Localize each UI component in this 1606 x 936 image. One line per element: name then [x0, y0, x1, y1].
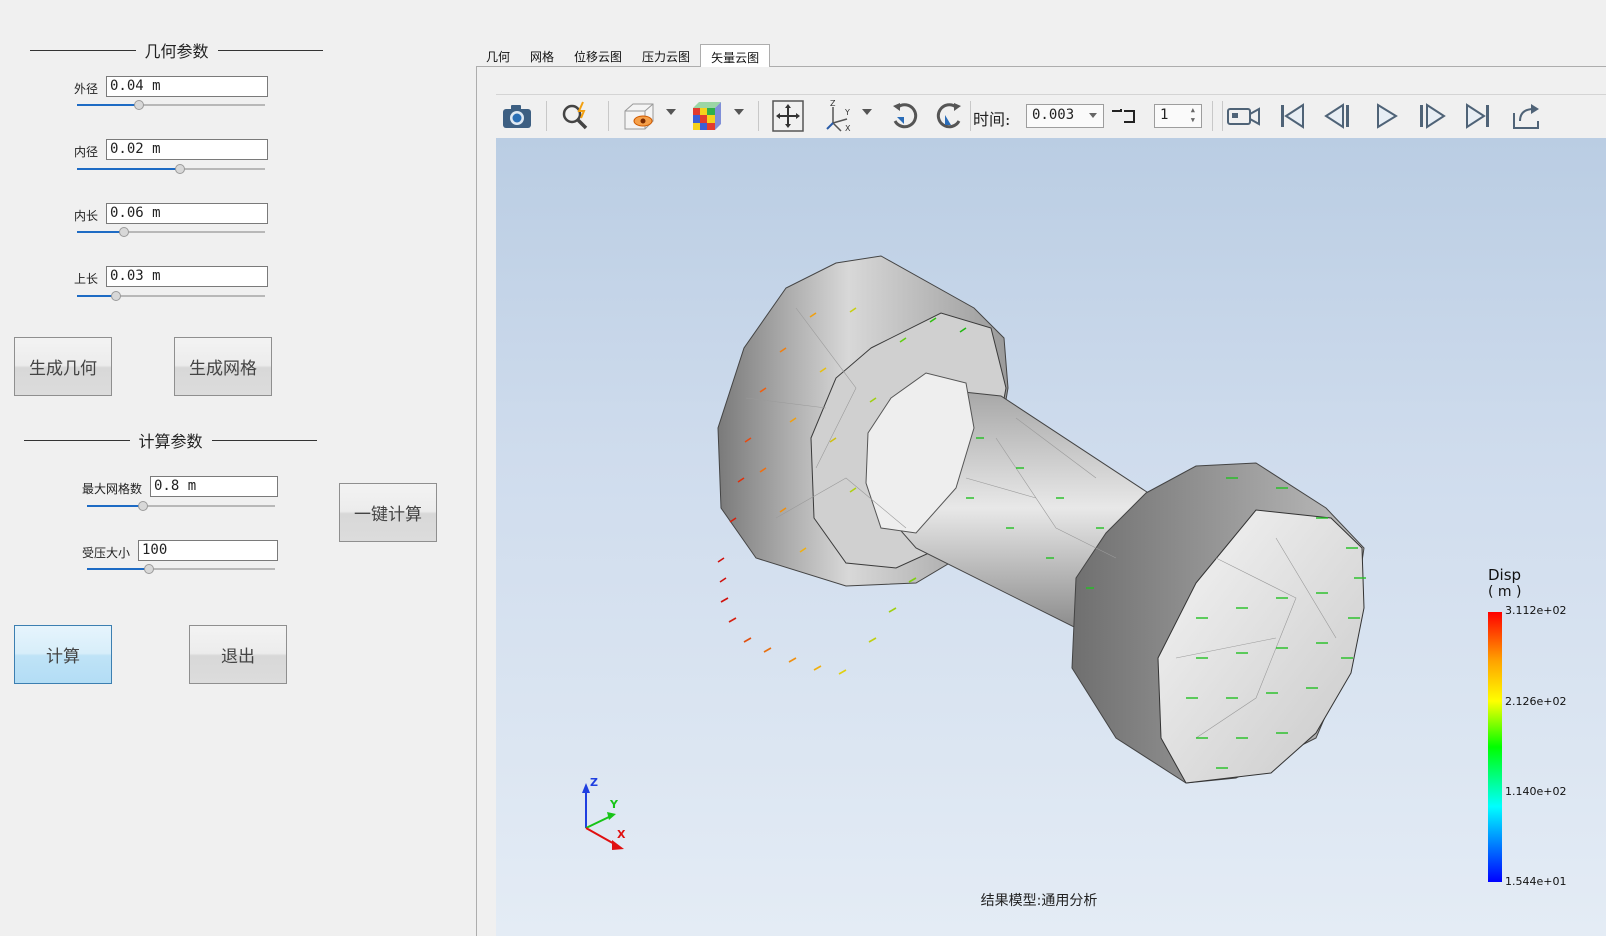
svg-text:X: X [845, 124, 851, 133]
step-spinbox[interactable]: 1 ▲ ▼ [1154, 104, 1202, 128]
result-tabs: 几何 网格 位移云图 压力云图 矢量云图 [476, 44, 771, 67]
model-viewport[interactable]: Z Y X 结果模型:通用分析 Disp ( m ) 3.112e+02 2.1… [496, 138, 1606, 936]
outer-diameter-label: 外径 [73, 82, 98, 96]
result-model-status: 结果模型:通用分析 [980, 893, 1098, 909]
generate-geometry-button[interactable]: 生成几何 [14, 337, 112, 396]
step-spinbox-value: 1 [1160, 107, 1169, 123]
record-icon[interactable] [1226, 98, 1262, 134]
next-frame-icon[interactable] [1414, 98, 1450, 134]
legend-title: Disp [1488, 566, 1522, 584]
play-icon[interactable] [1368, 98, 1404, 134]
inner-diameter-label: 内径 [73, 145, 98, 159]
generate-mesh-button[interactable]: 生成网格 [174, 337, 272, 396]
max-mesh-label: 最大网格数 [81, 482, 142, 496]
view-mode-icon[interactable] [620, 98, 656, 134]
first-frame-icon[interactable] [1274, 98, 1310, 134]
svg-text:Z: Z [830, 99, 836, 108]
one-click-compute-button[interactable]: 一键计算 [339, 483, 437, 542]
tab-mesh[interactable]: 网格 [520, 44, 564, 67]
upper-length-input[interactable]: 0.03 m [106, 266, 268, 287]
compute-section-title: 计算参数 [24, 428, 318, 452]
axes-dropdown-icon[interactable] [862, 109, 872, 115]
tab-displacement[interactable]: 位移云图 [564, 44, 632, 67]
tab-pressure[interactable]: 压力云图 [632, 44, 700, 67]
color-map-dropdown-icon[interactable] [734, 109, 744, 115]
max-mesh-input[interactable]: 0.8 m [150, 476, 278, 497]
axes-icon[interactable]: ZYX [820, 98, 856, 134]
rotate-ccw-icon[interactable] [932, 98, 968, 134]
svg-text:Y: Y [844, 108, 850, 117]
geometry-section-title: 几何参数 [30, 38, 324, 62]
inner-diameter-slider[interactable] [77, 163, 265, 175]
view-mode-dropdown-icon[interactable] [666, 109, 676, 115]
time-select[interactable]: 0.003 [1026, 104, 1104, 128]
tab-vector[interactable]: 矢量云图 [700, 44, 771, 67]
compute-button[interactable]: 计算 [14, 625, 112, 684]
chevron-down-icon [1089, 113, 1097, 118]
viewer-toolbar: ZYX 时间: 0.003 1 ▲ ▼ [496, 94, 1606, 136]
camera-icon[interactable] [499, 98, 535, 134]
inner-length-slider[interactable] [77, 226, 265, 238]
zoom-icon[interactable] [558, 98, 594, 134]
slider-thumb[interactable] [175, 164, 186, 174]
inner-length-input[interactable]: 0.06 m [106, 203, 268, 224]
legend-unit: ( m ) [1488, 584, 1522, 600]
time-select-value: 0.003 [1032, 107, 1075, 123]
rotate-cw-icon[interactable] [886, 98, 922, 134]
max-mesh-slider[interactable] [87, 500, 275, 512]
axis-x-label: X [617, 828, 626, 841]
export-icon[interactable] [1508, 98, 1544, 134]
pressure-slider[interactable] [87, 563, 275, 575]
pressure-input[interactable]: 100 [138, 540, 278, 561]
axis-z-label: Z [590, 776, 598, 789]
step-icon [1110, 98, 1144, 134]
last-frame-icon[interactable] [1460, 98, 1496, 134]
slider-thumb[interactable] [111, 291, 122, 301]
pressure-label: 受压大小 [81, 546, 130, 560]
geometry-section-label: 几何参数 [144, 42, 209, 61]
slider-thumb[interactable] [134, 100, 145, 110]
legend-color-bar [1488, 612, 1502, 882]
slider-thumb[interactable] [119, 227, 129, 237]
tab-geometry[interactable]: 几何 [476, 44, 520, 67]
slider-thumb[interactable] [138, 501, 149, 511]
legend-value-min: 1.544e+01 [1505, 875, 1567, 888]
slider-thumb[interactable] [144, 564, 155, 574]
color-map-icon[interactable] [688, 98, 724, 134]
inner-diameter-input[interactable]: 0.02 m [106, 139, 268, 160]
legend-value-max: 3.112e+02 [1505, 604, 1567, 617]
compute-section-label: 计算参数 [138, 432, 203, 451]
legend-value-2: 2.126e+02 [1505, 695, 1567, 708]
prev-frame-icon[interactable] [1320, 98, 1356, 134]
spin-up-icon[interactable]: ▲ [1191, 106, 1195, 114]
upper-length-slider[interactable] [77, 290, 265, 302]
exit-button[interactable]: 退出 [189, 625, 287, 684]
axis-y-label: Y [610, 798, 618, 811]
inner-length-label: 内长 [73, 209, 98, 223]
outer-diameter-slider[interactable] [77, 99, 265, 111]
outer-diameter-input[interactable]: 0.04 m [106, 76, 268, 97]
time-label: 时间: [973, 110, 1011, 129]
spin-down-icon[interactable]: ▼ [1191, 116, 1195, 124]
upper-length-label: 上长 [73, 272, 98, 286]
legend-value-3: 1.140e+02 [1505, 785, 1567, 798]
fit-view-icon[interactable] [770, 98, 806, 134]
dumbbell-model [582, 255, 1366, 850]
